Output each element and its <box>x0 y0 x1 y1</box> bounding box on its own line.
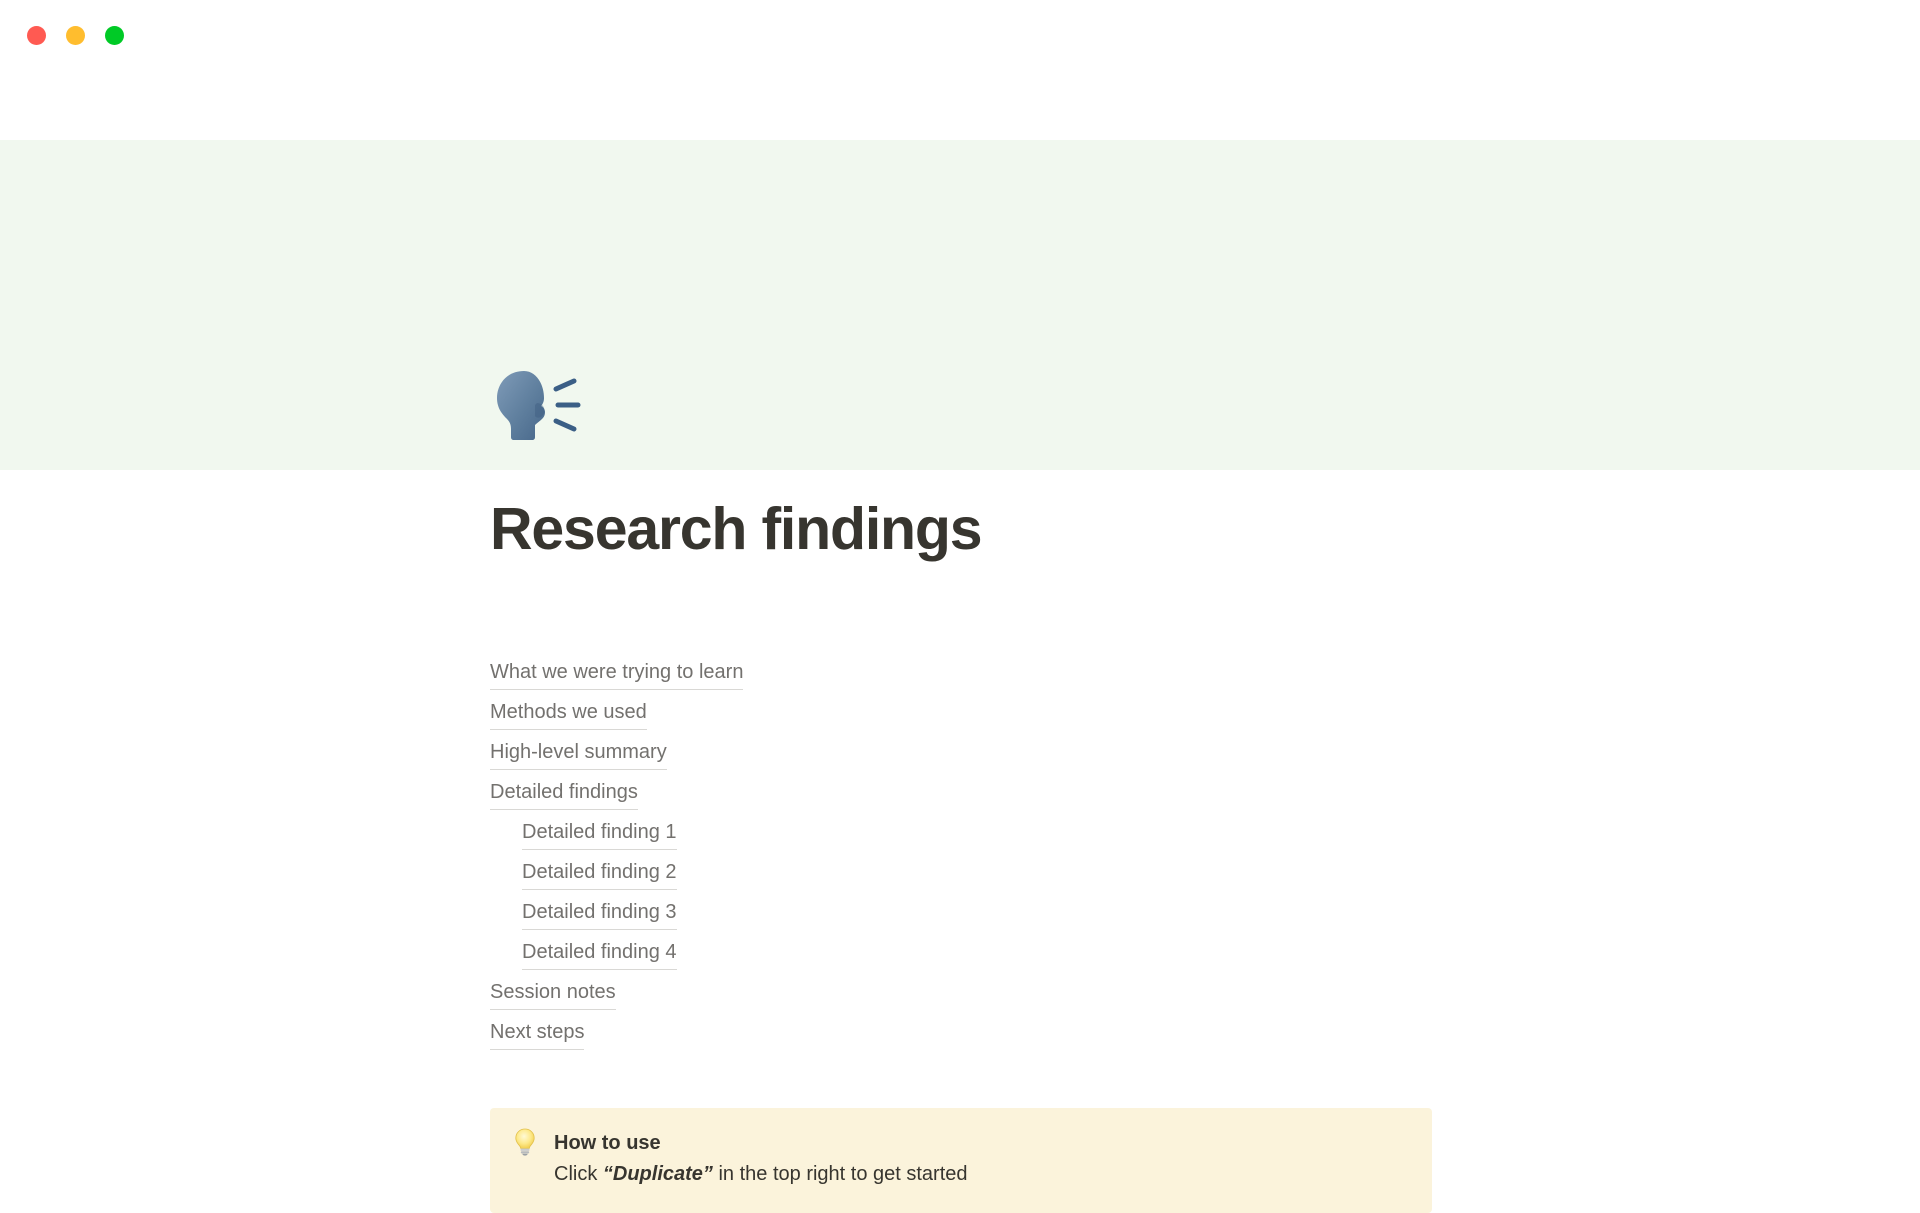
speaking-head-icon[interactable] <box>488 355 584 451</box>
window-title-bar <box>0 0 1920 70</box>
toc-item: Detailed finding 1 <box>490 816 1390 856</box>
toc-item: Methods we used <box>490 696 1390 736</box>
toc-link[interactable]: Session notes <box>490 976 616 1010</box>
toc-link[interactable]: Next steps <box>490 1016 585 1050</box>
page-cover-banner[interactable] <box>0 140 1920 470</box>
toc-link[interactable]: Detailed finding 4 <box>522 936 677 970</box>
close-window-button[interactable] <box>27 26 46 45</box>
light-bulb-icon <box>512 1128 538 1158</box>
toc-item: Detailed finding 4 <box>490 936 1390 976</box>
toc-item: Detailed finding 2 <box>490 856 1390 896</box>
toc-item: Detailed findings <box>490 776 1390 816</box>
toc-item: What we were trying to learn <box>490 656 1390 696</box>
callout-body: How to use Click “Duplicate” in the top … <box>554 1128 1412 1190</box>
toc-item: High-level summary <box>490 736 1390 776</box>
callout-text-emphasis: “Duplicate” <box>602 1163 713 1185</box>
toc-link[interactable]: Detailed finding 2 <box>522 856 677 890</box>
toc-link[interactable]: Methods we used <box>490 696 647 730</box>
toc-link[interactable]: Detailed finding 1 <box>522 816 677 850</box>
maximize-window-button[interactable] <box>105 26 124 45</box>
toc-link[interactable]: Detailed findings <box>490 776 638 810</box>
table-of-contents: What we were trying to learn Methods we u… <box>490 656 1390 1056</box>
callout-text-after: in the top right to get started <box>712 1163 968 1185</box>
callout-title: How to use <box>554 1132 661 1154</box>
callout-text-before: Click <box>554 1163 603 1185</box>
toc-item: Detailed finding 3 <box>490 896 1390 936</box>
how-to-use-callout[interactable]: How to use Click “Duplicate” in the top … <box>490 1108 1432 1213</box>
window-traffic-lights <box>27 26 124 45</box>
toc-item: Next steps <box>490 1016 1390 1056</box>
callout-text: Click “Duplicate” in the top right to ge… <box>554 1158 1412 1190</box>
toc-item: Session notes <box>490 976 1390 1016</box>
minimize-window-button[interactable] <box>66 26 85 45</box>
toc-link[interactable]: What we were trying to learn <box>490 656 744 690</box>
toc-link[interactable]: Detailed finding 3 <box>522 896 677 930</box>
toc-link[interactable]: High-level summary <box>490 736 667 770</box>
page-title[interactable]: Research findings <box>490 497 983 562</box>
